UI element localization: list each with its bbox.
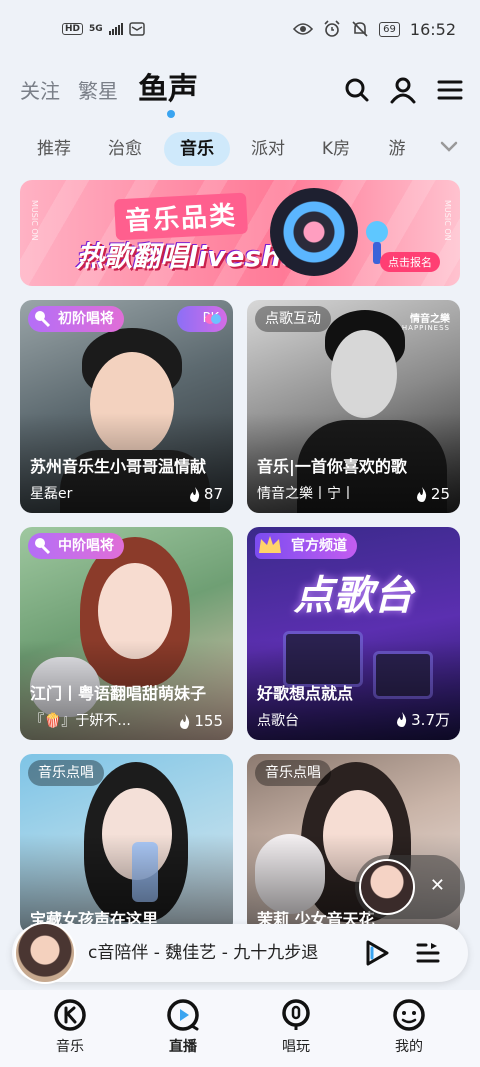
microphone-nav-icon [282, 999, 310, 1030]
tab-follow[interactable]: 关注 [20, 75, 60, 104]
nav-label: 唱玩 [282, 1039, 310, 1055]
play-icon[interactable] [364, 939, 390, 967]
heat-count: 25 [416, 485, 450, 503]
menu-icon[interactable] [436, 76, 464, 104]
now-playing-title[interactable]: c音陪伴 - 魏佳艺 - 九十九步退 [88, 924, 358, 982]
nav-label: 直播 [169, 1039, 197, 1055]
live-card[interactable]: 音乐点唱 宝藏女孩声在这里 [20, 754, 233, 934]
signal-icon [108, 23, 123, 35]
category-recommend[interactable]: 推荐 [30, 132, 78, 166]
music-player-bar[interactable]: c音陪伴 - 魏佳艺 - 九十九步退 [12, 922, 468, 984]
battery-icon: 69 [379, 21, 400, 37]
nav-music[interactable]: 音乐 [30, 998, 110, 1056]
category-healing[interactable]: 治愈 [101, 132, 149, 166]
flame-icon [189, 486, 200, 502]
card-host: 『🍿』于妍不... [30, 713, 131, 729]
card-host: 情音之樂丨宁丨 [257, 486, 355, 502]
music-k-icon [54, 999, 86, 1031]
card-title: 音乐|一首你喜欢的歌 [257, 457, 407, 476]
nav-label: 我的 [395, 1039, 423, 1055]
heat-count: 155 [179, 712, 223, 730]
heat-value: 3.7万 [411, 711, 450, 729]
category-k-room[interactable]: K房 [314, 132, 358, 166]
poster-title: 点歌台 [293, 573, 414, 619]
category-music[interactable]: 音乐 [164, 132, 230, 166]
card-title: 苏州音乐生小哥哥温情献 [30, 457, 207, 476]
heat-value: 87 [203, 485, 223, 503]
clock: 16:52 [409, 19, 456, 39]
tab-fanxing[interactable]: 繁星 [78, 75, 118, 104]
active-tab-indicator [167, 110, 175, 118]
banner-title: 音乐品类 [114, 192, 248, 241]
top-nav: 关注 繁星 鱼声 [0, 62, 480, 122]
live-play-icon [167, 999, 199, 1031]
category-tag: 音乐点唱 [255, 760, 331, 786]
cover-face [331, 330, 397, 418]
mute-bell-icon [352, 21, 368, 37]
close-icon[interactable]: ✕ [430, 875, 445, 896]
card-title: 江门丨粤语翻唱甜萌妹子 [30, 684, 207, 703]
bottom-nav: 音乐 直播 唱玩 我的 [0, 990, 480, 1067]
category-games[interactable]: 游 [380, 132, 414, 166]
nav-label: 音乐 [56, 1039, 84, 1055]
card-host: 点歌台 [257, 713, 299, 729]
mic-badge-icon [35, 311, 51, 328]
song-avatar[interactable] [14, 922, 76, 984]
playlist-icon[interactable] [416, 941, 440, 965]
card-host: 星磊er [30, 486, 73, 502]
heat-value: 155 [194, 712, 223, 730]
mic-badge-icon [35, 538, 51, 555]
card-title: 好歌想点就点 [257, 684, 354, 703]
promo-banner[interactable]: MUSIC ON MUSIC ON 音乐品类 热歌翻唱liveshow 点击报名 [20, 180, 460, 286]
pk-icon [205, 314, 221, 324]
live-card[interactable]: 中阶唱将 江门丨粤语翻唱甜萌妹子 『🍿』于妍不... 155 [20, 527, 233, 740]
chevron-down-icon[interactable] [440, 140, 458, 154]
cover-brand-sub: HAPPINESS [401, 324, 450, 332]
heat-value: 25 [430, 485, 450, 503]
live-card[interactable]: 情音之樂 HAPPINESS 点歌互动 音乐|一首你喜欢的歌 情音之樂丨宁丨 2… [247, 300, 460, 513]
flame-icon [397, 712, 407, 727]
banner-signup-button[interactable]: 点击报名 [380, 252, 440, 272]
smiley-icon [393, 999, 425, 1031]
live-card[interactable]: 点歌台 官方频道 好歌想点就点 点歌台 3.7万 [247, 527, 460, 740]
flame-icon [416, 486, 427, 502]
status-bar: HD 5G 69 16:52 [0, 0, 480, 58]
heat-count: 87 [189, 485, 223, 503]
category-tag: 音乐点唱 [28, 760, 104, 786]
category-party[interactable]: 派对 [244, 132, 292, 166]
crown-icon [259, 536, 281, 553]
eye-icon [293, 23, 314, 35]
cover-brand: 情音之樂 [410, 314, 450, 325]
banner-side-text: MUSIC ON [30, 200, 39, 241]
category-tag: 点歌互动 [255, 306, 331, 332]
nav-live[interactable]: 直播 [143, 998, 223, 1056]
network-type: 5G [89, 23, 103, 34]
alarm-icon [324, 20, 340, 37]
profile-icon[interactable] [389, 76, 417, 104]
floating-avatar[interactable] [359, 859, 415, 915]
live-card[interactable]: 初阶唱将 PK 苏州音乐生小哥哥温情献 星磊er 87 [20, 300, 233, 513]
flame-icon [180, 713, 190, 729]
banner-side-text-right: MUSIC ON [443, 200, 452, 241]
message-icon [128, 22, 145, 36]
category-tabs: 推荐 治愈 音乐 派对 K房 游 [0, 128, 480, 168]
hd-indicator: HD [62, 23, 84, 35]
vinyl-disc-icon [270, 188, 358, 276]
nav-me[interactable]: 我的 [369, 998, 449, 1056]
floating-mini-player[interactable]: ✕ [355, 855, 465, 919]
nav-sing[interactable]: 唱玩 [256, 998, 336, 1056]
search-icon[interactable] [343, 76, 371, 104]
heat-count: 3.7万 [396, 709, 450, 730]
tab-yusheng[interactable]: 鱼声 [138, 64, 198, 108]
